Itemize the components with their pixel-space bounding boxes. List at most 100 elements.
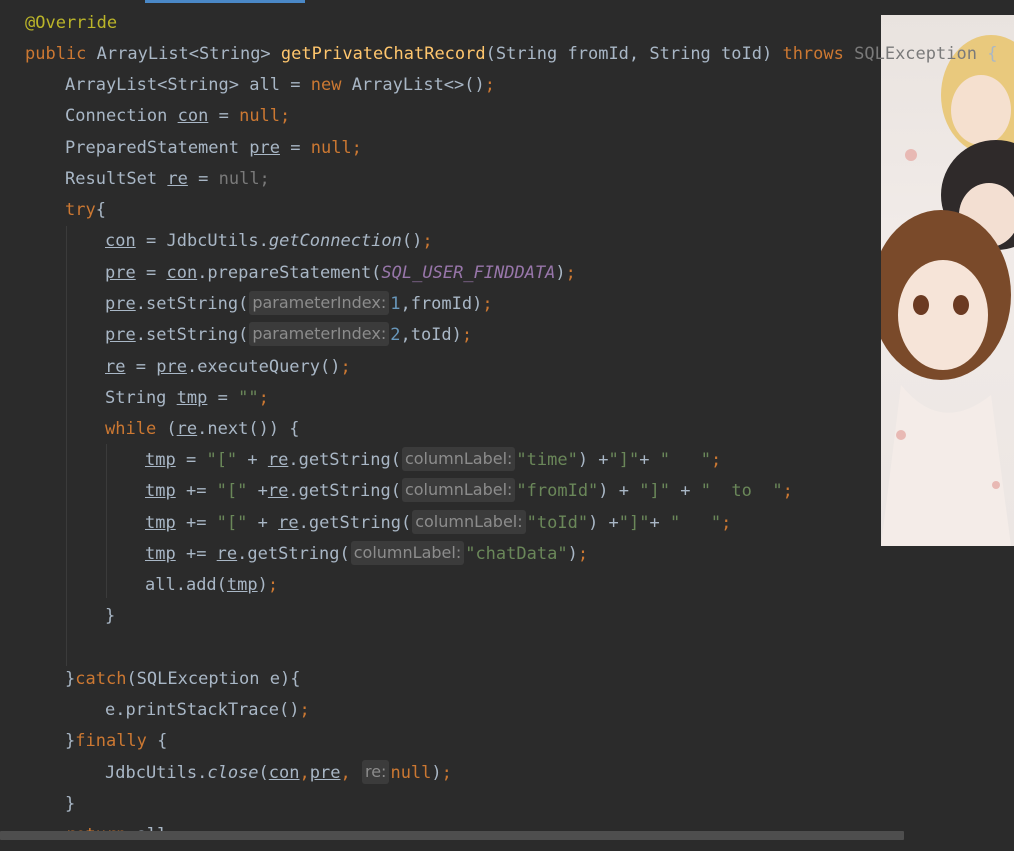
code-editor[interactable]: @Override public ArrayList<String> getPr… — [0, 0, 1014, 849]
semicolon: ; — [351, 138, 362, 158]
var-re: re — [267, 481, 289, 501]
brace: } — [105, 606, 116, 626]
ctor: ArrayList<>() — [351, 75, 485, 95]
brace: } — [65, 669, 76, 689]
var-tmp: tmp — [176, 388, 208, 408]
paren: ( — [156, 419, 177, 439]
kw-try: try — [65, 200, 96, 220]
var-re: re — [267, 450, 289, 470]
op: = — [135, 357, 146, 377]
code-line-23: e.printStackTrace(); — [105, 695, 310, 726]
code-line-7: try{ — [65, 195, 106, 226]
kw-null: null — [390, 763, 432, 783]
args: ,fromId) — [400, 294, 483, 314]
semicolon: ; — [565, 263, 576, 283]
horizontal-scrollbar-thumb[interactable] — [0, 831, 904, 840]
semicolon: ; — [422, 231, 433, 251]
brace: { — [987, 44, 998, 64]
paren: ) — [555, 263, 566, 283]
type-arraylist: ArrayList<String> — [96, 44, 271, 64]
string-literal: "time" — [516, 450, 578, 470]
var-pre: pre — [105, 294, 136, 314]
op: + — [237, 450, 268, 470]
op: = — [218, 106, 229, 126]
type: ArrayList<String> — [65, 75, 239, 95]
op: + — [247, 513, 279, 533]
var-tmp: tmp — [145, 513, 176, 533]
string-literal: "[" — [206, 450, 238, 470]
code-line-14: while (re.next()) { — [105, 414, 300, 445]
var-all: all — [249, 75, 280, 95]
op: ) + — [577, 450, 609, 470]
var-con: con — [268, 763, 300, 783]
method-params: (String fromId, String toId) — [485, 44, 773, 64]
parameter-hint: columnLabel: — [401, 478, 516, 502]
var-re: re — [105, 357, 126, 377]
code-line-15: tmp = "[" + re.getString(columnLabel: "ti… — [145, 445, 721, 476]
brace: { — [95, 200, 106, 220]
string-literal: "" — [238, 388, 259, 408]
op: + — [639, 450, 660, 470]
type: ResultSet — [65, 169, 158, 189]
number: 1 — [390, 294, 401, 314]
parameter-hint: re: — [361, 760, 390, 784]
kw-catch: catch — [75, 669, 127, 689]
type: PreparedStatement — [65, 138, 239, 158]
semicolon: ; — [577, 544, 589, 564]
string-literal: "[" — [216, 513, 248, 533]
semicolon: ; — [721, 513, 732, 533]
static-call: getConnection — [268, 231, 402, 251]
code-line-8: con = JdbcUtils.getConnection(); — [105, 226, 433, 257]
method-call: .add( — [175, 575, 227, 595]
number: 2 — [390, 325, 401, 345]
catch-sig: (SQLException e){ — [126, 669, 301, 689]
semicolon: ; — [482, 294, 493, 314]
code-line-9: pre = con.prepareStatement(SQL_USER_FIND… — [105, 258, 576, 289]
code-line-22: }catch(SQLException e){ — [65, 664, 300, 695]
semicolon: ; — [340, 357, 351, 377]
brace: { — [146, 731, 168, 751]
op: = — [145, 231, 157, 251]
string-literal: " " — [659, 450, 711, 470]
type: Connection — [65, 106, 168, 126]
kw-new: new — [310, 75, 342, 95]
indent-guide — [66, 629, 67, 659]
brace: } — [65, 731, 76, 751]
semicolon: ; — [258, 388, 269, 408]
class-ref: JdbcUtils. — [105, 763, 208, 783]
var-tmp: tmp — [145, 544, 176, 564]
exception-type: SQLException — [854, 44, 977, 64]
kw-null: null — [310, 138, 352, 158]
op: ) + — [598, 481, 640, 501]
var-tmp: tmp — [226, 575, 258, 595]
var-tmp: tmp — [145, 481, 176, 501]
code-line-1: @Override — [25, 8, 117, 39]
code-line-20: } — [105, 601, 115, 632]
method-call: .setString( — [135, 294, 249, 314]
op: = — [145, 263, 157, 283]
op: = — [175, 450, 207, 470]
method-call: .next()) { — [197, 419, 300, 439]
op: += — [175, 513, 217, 533]
var-pre: pre — [309, 763, 341, 783]
indent-guide — [66, 226, 67, 666]
string-literal: "]" — [618, 513, 650, 533]
code-line-17: tmp += "[" + re.getString(columnLabel: "t… — [145, 508, 731, 539]
method-call: .getString( — [298, 513, 412, 533]
string-literal: "chatData" — [465, 544, 568, 564]
parameter-hint: columnLabel: — [350, 541, 465, 565]
var-re: re — [216, 544, 238, 564]
var-all: all — [145, 575, 176, 595]
string-literal: "]" — [639, 481, 670, 501]
string-literal: "toId" — [526, 513, 589, 533]
string-literal: " " — [669, 513, 722, 533]
kw-public: public — [25, 44, 87, 64]
parameter-hint: columnLabel: — [412, 510, 526, 534]
op: ) + — [588, 513, 619, 533]
var-re: re — [278, 513, 299, 533]
method-call: .setString( — [135, 325, 249, 345]
var-con: con — [105, 231, 136, 251]
var-pre: pre — [156, 357, 187, 377]
brace: } — [65, 794, 76, 814]
var-re: re — [176, 419, 198, 439]
